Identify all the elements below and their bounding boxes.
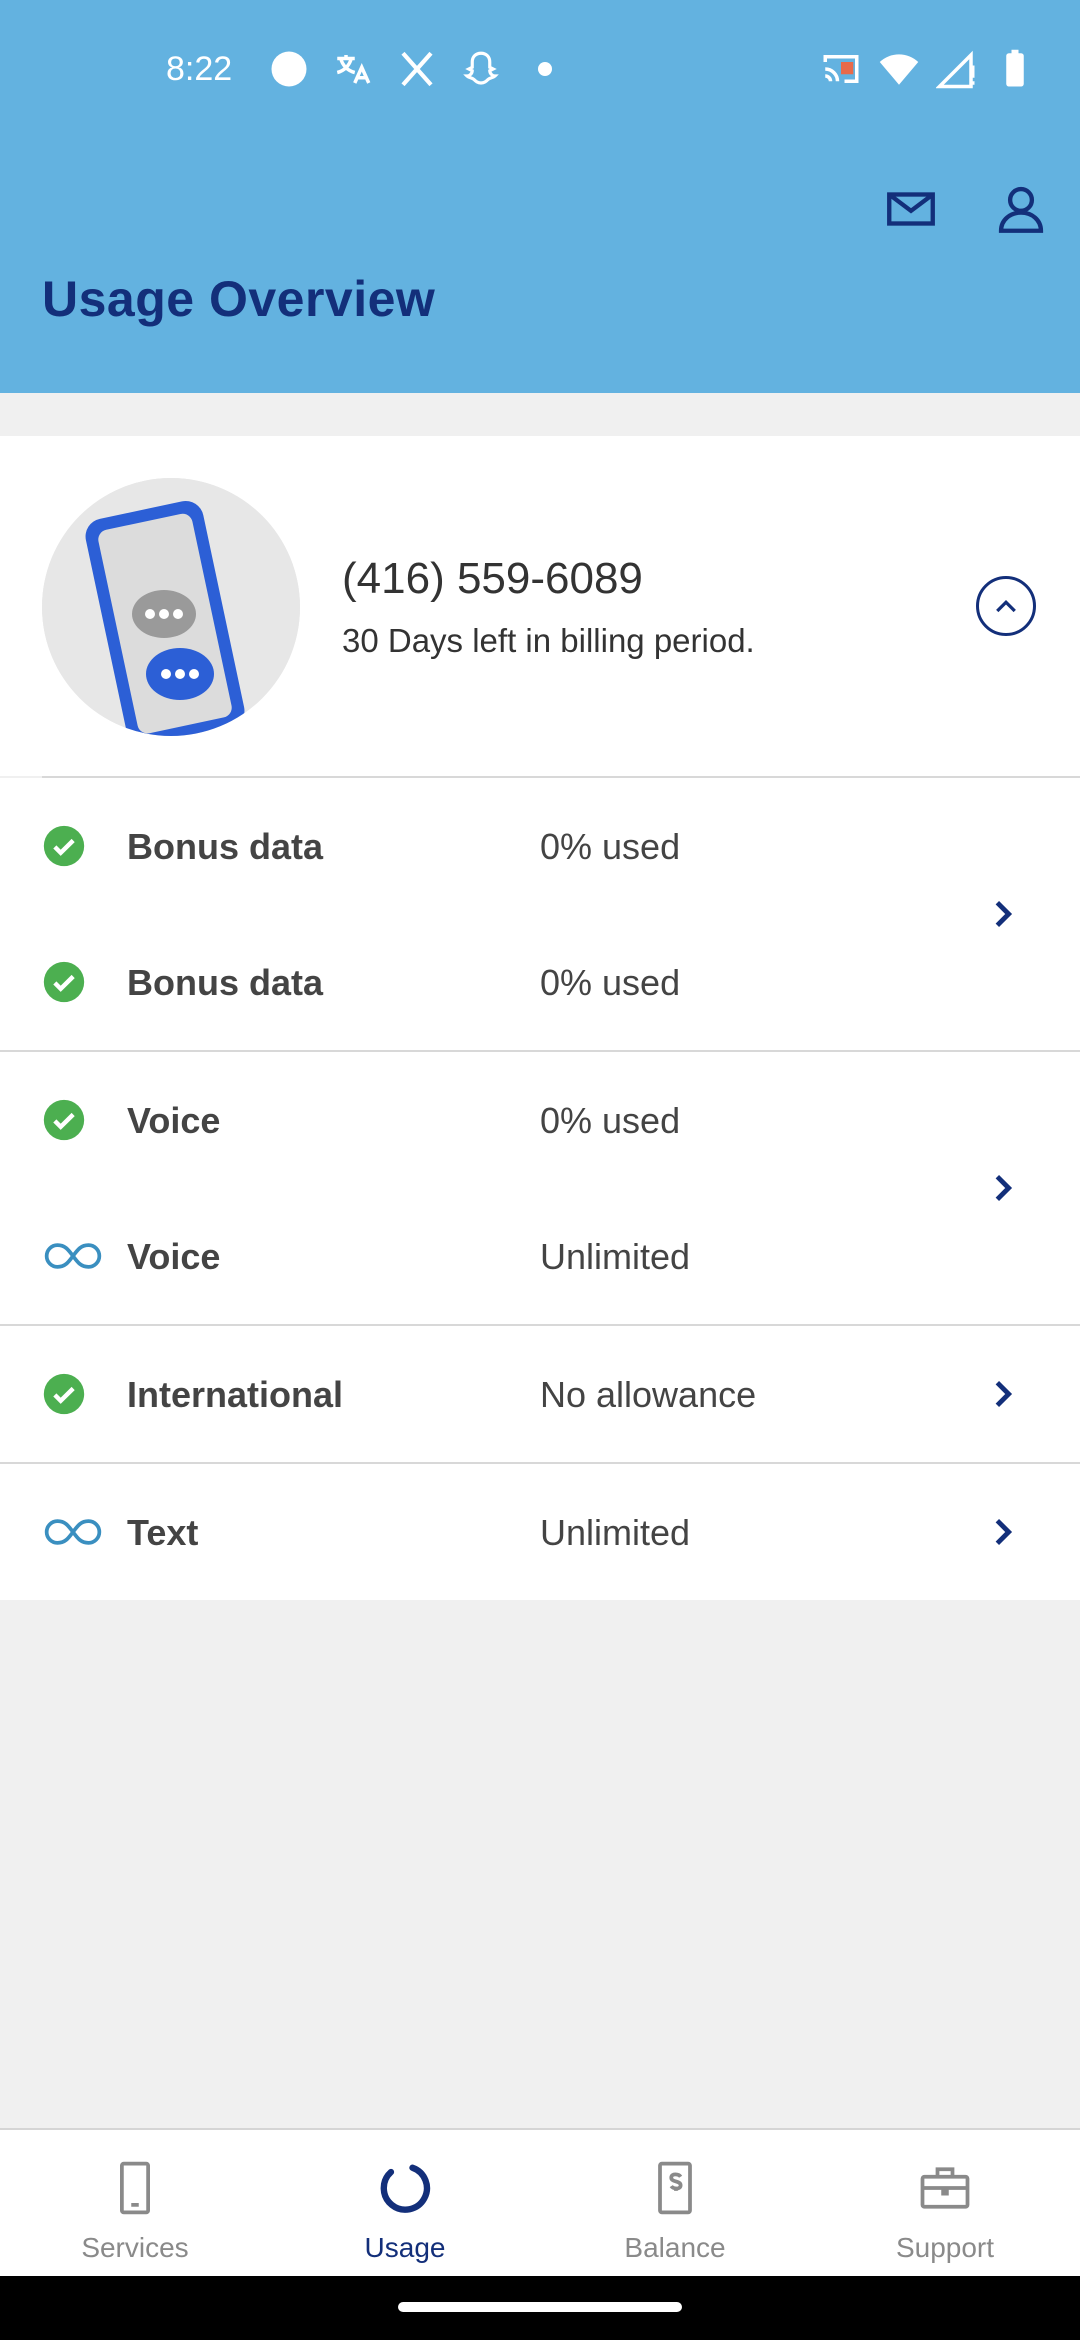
- usage-label: Bonus data: [127, 826, 324, 867]
- translate-icon: [332, 48, 374, 90]
- usage-label: Text: [127, 1512, 199, 1553]
- chevron-right-icon: [988, 1377, 1018, 1411]
- briefcase-icon: [913, 2156, 977, 2220]
- bottom-nav: Services Usage Balance Support: [0, 2128, 1080, 2276]
- usage-row: Voice 0% used: [0, 1052, 1080, 1188]
- battery-icon: [994, 48, 1036, 90]
- app-header: 8:22 Usage Overview: [0, 0, 1080, 393]
- phone-icon: [103, 2156, 167, 2220]
- usage-label: International: [127, 1374, 344, 1415]
- x-logo-icon: [396, 48, 438, 90]
- page-title: Usage Overview: [42, 271, 436, 327]
- nav-label: Services: [81, 2232, 189, 2263]
- usage-row: Text Unlimited: [0, 1464, 1080, 1600]
- usage-row: Bonus data 0% used: [0, 778, 1080, 914]
- infinity-icon: [42, 1234, 104, 1278]
- usage-row: International No allowance: [0, 1326, 1080, 1462]
- usage-label: Voice: [127, 1236, 221, 1277]
- nav-item-usage[interactable]: Usage: [270, 2130, 540, 2276]
- usage-group-international[interactable]: International No allowance: [0, 1324, 1080, 1462]
- phone-chat-illustration: [42, 478, 300, 736]
- header-actions: [880, 178, 1052, 240]
- nav-item-services[interactable]: Services: [0, 2130, 270, 2276]
- profile-icon[interactable]: [990, 178, 1052, 240]
- nav-label: Usage: [364, 2232, 446, 2263]
- check-circle-icon: [42, 824, 104, 868]
- notification-icons: [268, 48, 566, 90]
- chevron-up-icon: [996, 599, 1016, 613]
- usage-value: 0% used: [540, 962, 681, 1003]
- check-circle-icon: [42, 1372, 104, 1416]
- phone-number: (416) 559-6089: [342, 554, 643, 603]
- chevron-right-icon: [988, 897, 1018, 931]
- nav-item-balance[interactable]: Balance: [540, 2130, 810, 2276]
- check-circle-icon: [42, 1098, 104, 1142]
- usage-row: Bonus data 0% used: [0, 914, 1080, 1050]
- usage-label: Bonus data: [127, 962, 324, 1003]
- nav-label: Support: [895, 2232, 995, 2263]
- infinity-icon: [42, 1510, 104, 1554]
- dot-icon: [524, 48, 566, 90]
- chevron-right-icon: [988, 1515, 1018, 1549]
- usage-group-bonus-data[interactable]: Bonus data 0% used Bonus data 0% used: [0, 776, 1080, 1050]
- usage-group-text[interactable]: Text Unlimited: [0, 1462, 1080, 1600]
- signal-icon: [936, 48, 978, 90]
- usage-value: 0% used: [540, 1100, 681, 1141]
- mail-icon[interactable]: [880, 178, 942, 240]
- usage-value: Unlimited: [540, 1512, 691, 1553]
- system-status-icons: [820, 48, 1036, 90]
- usage-row: Voice Unlimited: [0, 1188, 1080, 1324]
- nav-item-support[interactable]: Support: [810, 2130, 1080, 2276]
- system-navigation-bar: [0, 2276, 1080, 2340]
- chevron-right-icon: [988, 1171, 1018, 1205]
- usage-list: Bonus data 0% used Bonus data 0% used Vo…: [0, 776, 1080, 1600]
- usage-value: 0% used: [540, 826, 681, 867]
- usage-value: Unlimited: [540, 1236, 691, 1277]
- account-card: (416) 559-6089 30 Days left in billing p…: [0, 436, 1080, 776]
- usage-ring-icon: [373, 2156, 437, 2220]
- circle-notification-icon: [268, 48, 310, 90]
- status-time: 8:22: [166, 50, 233, 88]
- check-circle-icon: [42, 960, 104, 1004]
- billing-period-text: 30 Days left in billing period.: [342, 622, 755, 659]
- usage-group-voice[interactable]: Voice 0% used Voice Unlimited: [0, 1050, 1080, 1324]
- snapchat-icon: [460, 48, 502, 90]
- wifi-icon: [878, 48, 920, 90]
- cast-icon: [820, 48, 862, 90]
- nav-label: Balance: [624, 2232, 726, 2263]
- usage-value: No allowance: [540, 1374, 757, 1415]
- collapse-button[interactable]: [976, 576, 1036, 636]
- balance-icon: [643, 2156, 707, 2220]
- status-bar: 8:22: [0, 0, 1080, 140]
- usage-label: Voice: [127, 1100, 221, 1141]
- home-gesture-handle[interactable]: [398, 2302, 682, 2312]
